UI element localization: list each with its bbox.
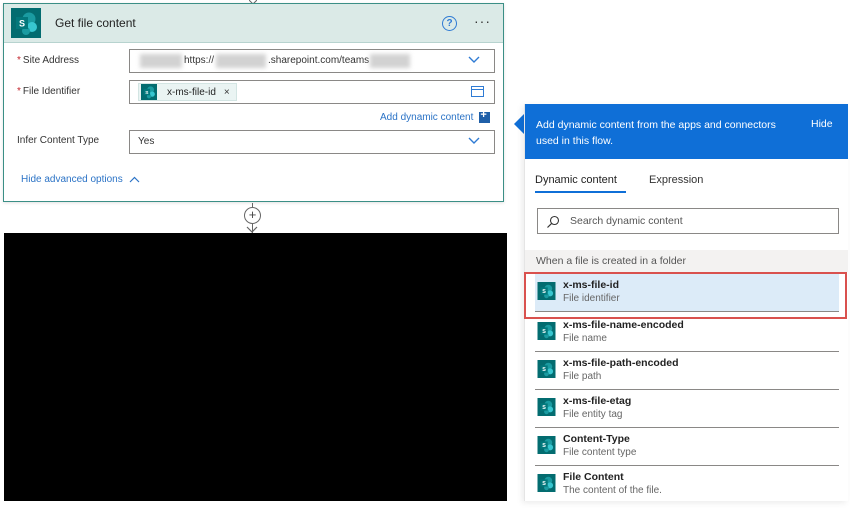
item-desc: File entity tag xyxy=(563,409,623,420)
card-header[interactable]: Get file content ? ··· xyxy=(4,4,503,43)
sharepoint-logo-icon xyxy=(537,398,556,416)
dynamic-item-file-content[interactable]: File Content The content of the file. xyxy=(535,466,839,501)
item-desc: File content type xyxy=(563,447,637,458)
token-label: x-ms-file-id xyxy=(167,86,216,98)
chevron-up-icon xyxy=(129,176,140,183)
item-name: x-ms-file-path-encoded xyxy=(563,357,679,369)
dynamic-content-panel: Add dynamic content from the apps and co… xyxy=(524,104,848,501)
dynamic-item-x-ms-file-id[interactable]: x-ms-file-id File identifier xyxy=(535,274,839,312)
dynamic-item-x-ms-file-path-encoded[interactable]: x-ms-file-path-encoded File path xyxy=(535,352,839,390)
hide-advanced-options-link[interactable]: Hide advanced options xyxy=(21,174,140,185)
sharepoint-logo-icon xyxy=(537,436,556,454)
item-desc: File name xyxy=(563,333,607,344)
infer-content-type-dropdown[interactable]: Yes xyxy=(129,130,495,154)
sharepoint-logo-icon xyxy=(140,84,158,100)
sharepoint-logo-icon xyxy=(537,282,556,300)
help-circle-icon[interactable]: ? xyxy=(442,16,457,31)
item-desc: File identifier xyxy=(563,293,620,304)
site-address-url-part1: https:// xyxy=(184,55,215,66)
add-dynamic-icon xyxy=(479,109,491,123)
search-input[interactable] xyxy=(570,213,830,229)
search-icon xyxy=(547,215,560,228)
card-title: Get file content xyxy=(55,16,136,30)
dynamic-item-x-ms-file-etag[interactable]: x-ms-file-etag File entity tag xyxy=(535,390,839,428)
add-dynamic-content-link[interactable]: Add dynamic content xyxy=(380,109,491,123)
more-options-icon[interactable]: ··· xyxy=(474,13,491,29)
dynamic-item-content-type[interactable]: Content-Type File content type xyxy=(535,428,839,466)
panel-header-text: Add dynamic content from the apps and co… xyxy=(536,119,776,147)
sharepoint-logo-icon xyxy=(11,8,41,38)
hide-panel-button[interactable]: Hide xyxy=(811,118,833,130)
file-identifier-label: * File Identifier xyxy=(17,86,81,97)
section-header: When a file is created in a folder xyxy=(525,250,848,272)
redacted-area xyxy=(4,233,507,501)
file-id-token[interactable]: x-ms-file-id × xyxy=(138,83,237,101)
item-desc: The content of the file. xyxy=(563,485,662,496)
redacted-blur xyxy=(216,54,266,68)
file-identifier-input[interactable]: x-ms-file-id × xyxy=(129,80,495,104)
add-step-button[interactable]: + xyxy=(244,207,261,224)
infer-content-type-label: Infer Content Type xyxy=(17,135,100,146)
get-file-content-card: Get file content ? ··· * Site Address htt… xyxy=(3,3,504,202)
search-box[interactable] xyxy=(537,208,839,234)
redacted-blur xyxy=(140,54,182,68)
redacted-blur xyxy=(370,54,410,68)
site-address-url-part2: .sharepoint.com/teams xyxy=(268,55,370,66)
site-address-dropdown[interactable]: https:// .sharepoint.com/teams xyxy=(129,49,495,73)
item-name: x-ms-file-etag xyxy=(563,395,632,407)
item-name: File Content xyxy=(563,471,624,483)
site-address-label: * Site Address xyxy=(17,55,80,66)
item-name: x-ms-file-name-encoded xyxy=(563,319,684,331)
dynamic-item-x-ms-file-name-encoded[interactable]: x-ms-file-name-encoded File name xyxy=(535,314,839,352)
panel-tabs: Dynamic content Expression xyxy=(525,167,848,197)
active-tab-indicator xyxy=(535,191,626,193)
sharepoint-logo-icon xyxy=(537,322,556,340)
sharepoint-logo-icon xyxy=(537,474,556,492)
item-name: Content-Type xyxy=(563,433,630,445)
chevron-down-icon[interactable] xyxy=(468,56,480,64)
chevron-down-icon[interactable] xyxy=(468,137,480,145)
panel-header: Add dynamic content from the apps and co… xyxy=(525,104,848,159)
item-desc: File path xyxy=(563,371,602,382)
infer-content-type-value: Yes xyxy=(138,136,155,147)
tab-dynamic-content[interactable]: Dynamic content xyxy=(535,174,617,186)
item-name: x-ms-file-id xyxy=(563,279,620,291)
expand-icon[interactable] xyxy=(471,86,484,97)
remove-token-icon[interactable]: × xyxy=(224,87,230,98)
sharepoint-logo-icon xyxy=(537,360,556,378)
tab-expression[interactable]: Expression xyxy=(649,174,703,186)
